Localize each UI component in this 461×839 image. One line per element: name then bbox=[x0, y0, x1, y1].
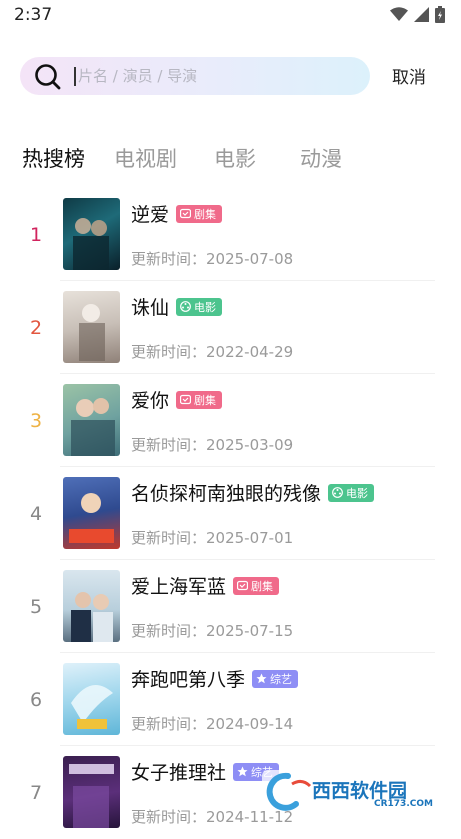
svg-text:CR173.COM: CR173.COM bbox=[374, 799, 433, 809]
search-row: 取消 bbox=[20, 57, 441, 97]
wifi-icon bbox=[390, 7, 408, 21]
rank-number: 7 bbox=[29, 782, 43, 804]
rank-number: 5 bbox=[29, 596, 43, 618]
item-title: 爱你 bbox=[131, 390, 170, 412]
tv-icon bbox=[180, 394, 192, 405]
poster-thumbnail bbox=[63, 291, 120, 363]
category-badge: 电影 bbox=[176, 297, 223, 316]
category-badge: 电影 bbox=[328, 483, 375, 502]
update-time: 更新时间：2025-07-01 bbox=[131, 529, 294, 547]
poster-thumbnail bbox=[63, 477, 120, 549]
signal-icon bbox=[414, 7, 429, 22]
list-item[interactable]: 3 爱你 剧集 更新时间：2025-03-09 bbox=[0, 374, 461, 467]
list-item[interactable]: 5 爱上海军蓝 剧集 更新时间：2025-07-15 bbox=[0, 560, 461, 653]
status-bar: 2:37 bbox=[0, 0, 461, 32]
film-reel-icon bbox=[332, 487, 343, 498]
item-title: 爱上海军蓝 bbox=[131, 576, 227, 598]
poster-thumbnail bbox=[63, 198, 120, 270]
watermark-logo: 西西软件园 CR173.COM bbox=[262, 768, 452, 812]
tab-movies[interactable]: 电影 bbox=[214, 143, 256, 173]
rank-number: 6 bbox=[29, 689, 43, 711]
category-badge: 综艺 bbox=[252, 669, 299, 688]
update-time: 更新时间：2024-09-14 bbox=[131, 715, 294, 733]
category-badge: 剧集 bbox=[176, 390, 223, 409]
poster-thumbnail bbox=[63, 663, 120, 735]
tab-tv-series[interactable]: 电视剧 bbox=[114, 143, 177, 173]
poster-thumbnail bbox=[63, 756, 120, 828]
rank-number: 2 bbox=[29, 317, 43, 339]
poster-thumbnail bbox=[63, 570, 120, 642]
update-time: 更新时间：2022-04-29 bbox=[131, 343, 294, 361]
tv-icon bbox=[237, 580, 249, 591]
update-time: 更新时间：2025-03-09 bbox=[131, 436, 294, 454]
status-time: 2:37 bbox=[14, 5, 53, 25]
search-box[interactable] bbox=[20, 57, 370, 95]
rank-number: 4 bbox=[29, 503, 43, 525]
search-input[interactable] bbox=[78, 57, 348, 95]
poster-thumbnail bbox=[63, 384, 120, 456]
tab-hot-search[interactable]: 热搜榜 bbox=[22, 143, 85, 173]
update-time: 更新时间：2025-07-15 bbox=[131, 622, 294, 640]
item-title: 奔跑吧第八季 bbox=[131, 669, 246, 691]
film-reel-icon bbox=[180, 301, 191, 312]
list-item[interactable]: 2 诛仙 电影 更新时间：2022-04-29 bbox=[0, 281, 461, 374]
list-item[interactable]: 1 逆爱 剧集 更新时间：2025-07-08 bbox=[0, 188, 461, 281]
update-time: 更新时间：2025-07-08 bbox=[131, 250, 294, 268]
category-tabs: 热搜榜 电视剧 电影 动漫 bbox=[22, 143, 442, 175]
item-title: 名侦探柯南独眼的残像 bbox=[131, 483, 322, 505]
star-icon bbox=[237, 766, 248, 777]
category-badge: 剧集 bbox=[176, 204, 223, 223]
cancel-button[interactable]: 取消 bbox=[392, 63, 426, 88]
battery-icon bbox=[435, 6, 445, 23]
status-icons bbox=[390, 6, 445, 23]
tv-icon bbox=[180, 208, 192, 219]
star-icon bbox=[256, 673, 267, 684]
list-item[interactable]: 4 名侦探柯南独眼的残像 电影 更新时间：2025-07-01 bbox=[0, 467, 461, 560]
rank-number: 1 bbox=[29, 224, 43, 246]
category-badge: 剧集 bbox=[233, 576, 280, 595]
item-title: 逆爱 bbox=[131, 204, 170, 226]
rank-number: 3 bbox=[29, 410, 43, 432]
list-item[interactable]: 6 奔跑吧第八季 综艺 更新时间：2024-09-14 bbox=[0, 653, 461, 746]
tab-anime[interactable]: 动漫 bbox=[300, 143, 342, 173]
search-icon bbox=[35, 64, 61, 90]
text-caret bbox=[74, 67, 76, 86]
item-title: 女子推理社 bbox=[131, 762, 227, 784]
item-title: 诛仙 bbox=[131, 297, 170, 319]
